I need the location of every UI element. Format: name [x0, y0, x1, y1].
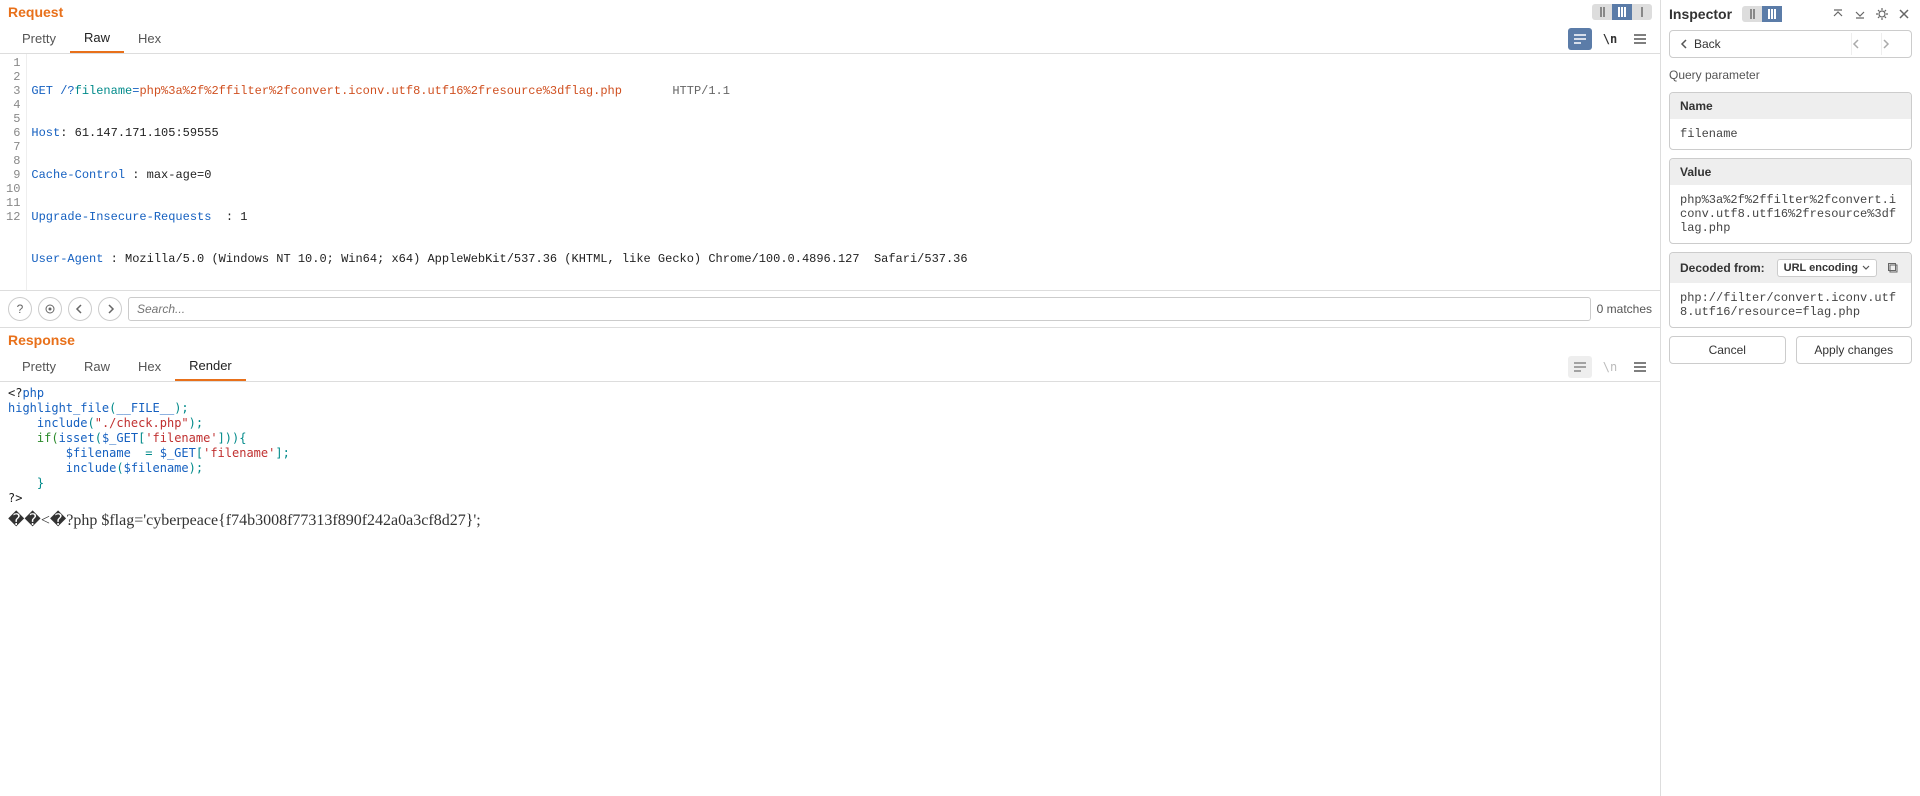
value-box: Value php%3a%2f%2ffilter%2fconvert.iconv… — [1669, 158, 1912, 244]
inspector-nav: Back — [1669, 30, 1912, 58]
view-columns-2[interactable] — [1612, 4, 1632, 20]
response-header: Response — [0, 328, 1660, 352]
inspector-view-toggle — [1742, 6, 1782, 22]
collapse-up-icon[interactable] — [1830, 6, 1846, 22]
search-input[interactable] — [128, 297, 1591, 321]
next-arrow-icon[interactable] — [98, 297, 122, 321]
decoded-box: Decoded from: URL encoding php://filter/… — [1669, 252, 1912, 328]
search-matches: 0 matches — [1597, 302, 1652, 316]
menu-icon[interactable] — [1628, 28, 1652, 50]
apply-button[interactable]: Apply changes — [1796, 336, 1913, 364]
wrap-lines-icon-resp[interactable] — [1568, 356, 1592, 378]
decoded-select[interactable]: URL encoding — [1777, 259, 1877, 277]
gear-icon[interactable] — [1874, 6, 1890, 22]
request-title: Request — [8, 4, 63, 20]
nav-next-icon[interactable] — [1881, 33, 1911, 55]
main-area: Request Pretty Raw Hex \n — [0, 0, 1660, 796]
section-label: Query parameter — [1669, 66, 1912, 84]
prev-arrow-icon[interactable] — [68, 297, 92, 321]
settings-icon[interactable] — [38, 297, 62, 321]
response-render[interactable]: <?php highlight_file(__FILE__); include(… — [0, 382, 1660, 796]
inspector-buttons: Cancel Apply changes — [1669, 336, 1912, 364]
newline-icon-resp[interactable]: \n — [1598, 356, 1622, 378]
collapse-down-icon[interactable] — [1852, 6, 1868, 22]
wrap-lines-icon[interactable] — [1568, 28, 1592, 50]
tab-resp-render[interactable]: Render — [175, 352, 246, 381]
close-icon[interactable] — [1896, 6, 1912, 22]
name-box: Name filename — [1669, 92, 1912, 150]
decoded-header: Decoded from: URL encoding — [1670, 253, 1911, 283]
back-button[interactable]: Back — [1670, 31, 1851, 57]
tab-resp-hex[interactable]: Hex — [124, 353, 175, 380]
tab-resp-raw[interactable]: Raw — [70, 353, 124, 380]
request-lines: GET /?filename=php%3a%2f%2ffilter%2fconv… — [27, 54, 1660, 290]
value-value[interactable]: php%3a%2f%2ffilter%2fconvert.iconv.utf8.… — [1670, 185, 1911, 243]
name-value[interactable]: filename — [1670, 119, 1911, 149]
tab-hex[interactable]: Hex — [124, 25, 175, 52]
inspector-header: Inspector — [1669, 6, 1912, 22]
name-header: Name — [1670, 93, 1911, 119]
menu-icon-resp[interactable] — [1628, 356, 1652, 378]
inspector-panel: Inspector Back Query parameter — [1660, 0, 1920, 796]
ins-view-2[interactable] — [1762, 6, 1782, 22]
response-tabs: Pretty Raw Hex Render \n — [0, 352, 1660, 382]
cancel-button[interactable]: Cancel — [1669, 336, 1786, 364]
back-label: Back — [1694, 37, 1721, 51]
newline-icon[interactable]: \n — [1598, 28, 1622, 50]
nav-prev-icon[interactable] — [1851, 33, 1881, 55]
view-columns-3[interactable] — [1632, 4, 1652, 20]
request-header: Request — [0, 0, 1660, 24]
inspector-title: Inspector — [1669, 6, 1732, 22]
request-view-toggle — [1592, 4, 1652, 20]
tab-raw[interactable]: Raw — [70, 24, 124, 53]
tab-pretty[interactable]: Pretty — [8, 25, 70, 52]
value-header: Value — [1670, 159, 1911, 185]
decoded-value[interactable]: php://filter/convert.iconv.utf8.utf16/re… — [1670, 283, 1911, 327]
response-panel: Response Pretty Raw Hex Render \n <?php … — [0, 328, 1660, 796]
response-title: Response — [8, 332, 75, 348]
response-plain-text: ��<�?php $flag='cyberpeace{f74b3008f7731… — [8, 510, 1652, 530]
copy-icon[interactable] — [1885, 260, 1901, 276]
request-code[interactable]: 123 456 789 101112 GET /?filename=php%3a… — [0, 54, 1660, 290]
line-numbers: 123 456 789 101112 — [0, 54, 27, 290]
request-tabs: Pretty Raw Hex \n — [0, 24, 1660, 54]
request-panel: Request Pretty Raw Hex \n — [0, 0, 1660, 290]
tab-resp-pretty[interactable]: Pretty — [8, 353, 70, 380]
view-columns-1[interactable] — [1592, 4, 1612, 20]
search-bar: ? 0 matches — [0, 290, 1660, 328]
ins-view-1[interactable] — [1742, 6, 1762, 22]
help-icon[interactable]: ? — [8, 297, 32, 321]
